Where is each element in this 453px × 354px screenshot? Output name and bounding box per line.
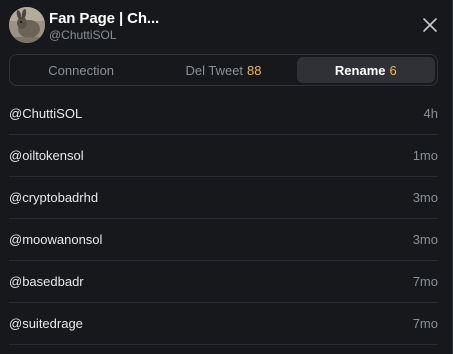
list-item-time: 7mo xyxy=(412,316,438,331)
tab-label: Rename xyxy=(334,62,386,78)
avatar[interactable] xyxy=(9,7,45,43)
list-item[interactable]: @basedbadr 7mo xyxy=(9,261,438,303)
list-item-time: 7mo xyxy=(412,274,438,289)
list-item-handle: @suitedrage xyxy=(9,316,83,331)
list-item[interactable]: @suitedrage 7mo xyxy=(9,303,438,345)
list-item-handle: @basedbadr xyxy=(9,274,84,289)
list-item-time: 3mo xyxy=(412,190,438,205)
tab-del-tweet[interactable]: Del Tweet 88 xyxy=(154,57,292,83)
close-icon xyxy=(423,18,437,32)
list-item[interactable]: @oiltokensol 1mo xyxy=(9,135,438,177)
profile-name: Fan Page | Ch... xyxy=(49,10,160,27)
tab-count: 88 xyxy=(247,62,262,78)
list-item-time: 3mo xyxy=(412,232,438,247)
tab-count: 6 xyxy=(389,62,397,78)
list-item[interactable]: @moowanonsol 3mo xyxy=(9,219,438,261)
list-item-time: 1mo xyxy=(412,148,438,163)
tab-label: Del Tweet xyxy=(185,62,244,78)
tab-label: Connection xyxy=(48,62,115,78)
rename-history-panel: Fan Page | Ch... @ChuttiSOL Connection D… xyxy=(0,0,453,354)
list-item-handle: @cryptobadrhd xyxy=(9,190,99,205)
list-item-time: 4h xyxy=(423,106,438,121)
list-item-handle: @moowanonsol xyxy=(9,232,103,247)
profile-handle: @ChuttiSOL xyxy=(49,28,117,42)
tab-bar: Connection Del Tweet 88 Rename 6 xyxy=(9,54,438,86)
rename-list: @ChuttiSOL 4h @oiltokensol 1mo @cryptoba… xyxy=(9,93,438,345)
profile-header: Fan Page | Ch... @ChuttiSOL xyxy=(9,7,444,45)
tab-rename[interactable]: Rename 6 xyxy=(296,57,435,83)
list-item[interactable]: @cryptobadrhd 3mo xyxy=(9,177,438,219)
close-button[interactable] xyxy=(422,17,438,33)
list-item-handle: @ChuttiSOL xyxy=(9,106,83,121)
list-item-handle: @oiltokensol xyxy=(9,148,84,163)
list-item[interactable]: @ChuttiSOL 4h xyxy=(9,93,438,135)
tab-connection[interactable]: Connection xyxy=(12,57,150,83)
